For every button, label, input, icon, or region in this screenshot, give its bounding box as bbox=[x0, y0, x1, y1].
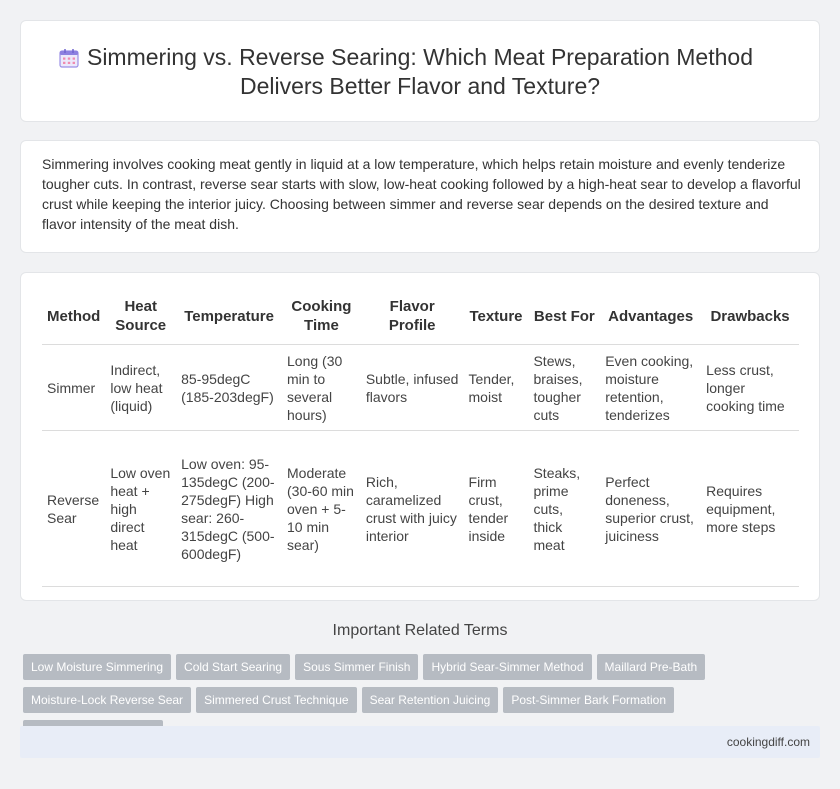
table-cell: 85-95degC (185-203degF) bbox=[176, 344, 283, 431]
header-temperature: Temperature bbox=[176, 295, 283, 345]
table-cell: Long (30 min to several hours) bbox=[282, 344, 361, 431]
related-term-tag[interactable]: Sous Simmer Finish bbox=[295, 654, 419, 680]
table-cell: Moderate (30-60 min oven + 5-10 min sear… bbox=[282, 430, 361, 587]
header-heat-source: Heat Source bbox=[105, 295, 177, 345]
table-cell: Tender, moist bbox=[463, 344, 529, 431]
table-cell: Rich, caramelized crust with juicy inter… bbox=[360, 430, 464, 587]
footer-bar: cookingdiff.com bbox=[20, 726, 820, 758]
header-best-for: Best For bbox=[528, 295, 601, 345]
table-cell: Indirect, low heat (liquid) bbox=[105, 344, 177, 431]
related-term-tag[interactable]: Moisture-Lock Reverse Sear bbox=[23, 687, 192, 713]
table-cell: Low oven heat + high direct heat bbox=[105, 430, 177, 587]
table-cell: Simmer bbox=[42, 344, 106, 431]
table-cell: Reverse Sear bbox=[42, 430, 106, 587]
title-card: Simmering vs. Reverse Searing: Which Mea… bbox=[20, 20, 820, 122]
table-cell: Stews, braises, tougher cuts bbox=[528, 344, 601, 431]
related-terms-heading: Important Related Terms bbox=[332, 622, 508, 639]
page-title-line-2: Delivers Better Flavor and Texture? bbox=[239, 73, 601, 99]
header-advantages: Advantages bbox=[600, 295, 702, 345]
related-term-tag[interactable]: Low Moisture Simmering bbox=[23, 654, 172, 680]
comparison-table-card: Method Heat Source Temperature Cooking T… bbox=[20, 272, 820, 601]
related-term-tag[interactable]: Simmered Crust Technique bbox=[196, 687, 357, 713]
header-drawbacks: Drawbacks bbox=[701, 295, 799, 345]
comparison-table: Method Heat Source Temperature Cooking T… bbox=[42, 295, 799, 587]
table-row: Simmer Indirect, low heat (liquid) 85-95… bbox=[42, 344, 799, 431]
table-cell: Steaks, prime cuts, thick meat bbox=[528, 430, 601, 587]
header-cooking-time: Cooking Time bbox=[282, 295, 361, 345]
table-cell: Requires equipment, more steps bbox=[701, 430, 799, 587]
table-cell: Low oven: 95-135degC (200-275degF) High … bbox=[176, 430, 283, 587]
related-term-tag[interactable]: Post-Simmer Bark Formation bbox=[503, 687, 675, 713]
header-texture: Texture bbox=[463, 295, 529, 345]
table-cell: Subtle, infused flavors bbox=[360, 344, 464, 431]
related-term-tag[interactable]: Maillard Pre-Bath bbox=[596, 654, 706, 680]
header-flavor-profile: Flavor Profile bbox=[360, 295, 464, 345]
table-row: Reverse Sear Low oven heat + high direct… bbox=[42, 430, 799, 587]
footer-site-link[interactable]: cookingdiff.com bbox=[727, 735, 810, 749]
table-cell: Firm crust, tender inside bbox=[463, 430, 529, 587]
table-cell: Perfect doneness, superior crust, juicin… bbox=[600, 430, 702, 587]
related-term-tag[interactable]: Hybrid Sear-Simmer Method bbox=[423, 654, 592, 680]
page-title-line-1: Simmering vs. Reverse Searing: Which Mea… bbox=[86, 44, 753, 70]
intro-card: Simmering involves cooking meat gently i… bbox=[20, 140, 820, 253]
intro-paragraph: Simmering involves cooking meat gently i… bbox=[42, 156, 801, 232]
header-method: Method bbox=[42, 295, 106, 345]
table-header-row: Method Heat Source Temperature Cooking T… bbox=[42, 295, 799, 345]
related-term-tag[interactable]: Cold Start Searing bbox=[176, 654, 291, 680]
page-title: Simmering vs. Reverse Searing: Which Mea… bbox=[87, 43, 753, 101]
table-cell: Less crust, longer cooking time bbox=[701, 344, 799, 431]
table-cell: Even cooking, moisture retention, tender… bbox=[600, 344, 702, 431]
related-term-tag[interactable]: Sear Retention Juicing bbox=[361, 687, 499, 713]
